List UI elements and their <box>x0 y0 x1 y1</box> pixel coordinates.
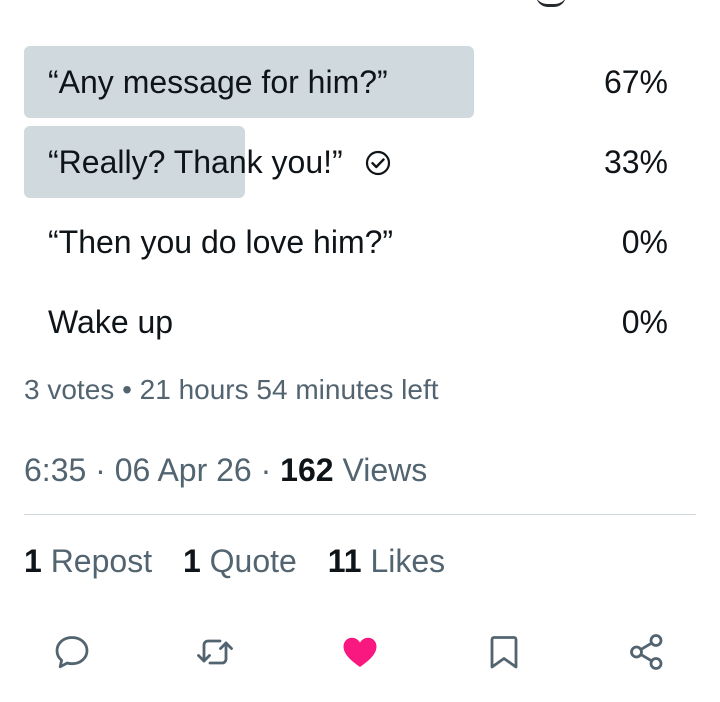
clipped-text-fragment <box>536 0 566 7</box>
poll-option-3: “Then you do love him?” 0% <box>24 206 668 278</box>
reply-button[interactable] <box>48 628 96 676</box>
poll-option-label: “Really? Thank you!” <box>48 144 343 180</box>
post-date[interactable]: 06 Apr 26 <box>115 452 252 488</box>
poll-option-percent: 0% <box>621 224 668 260</box>
like-button[interactable] <box>336 628 384 676</box>
poll-option-label: Wake up <box>48 304 174 340</box>
timestamp-separator: · <box>260 452 272 488</box>
reply-icon <box>55 636 89 669</box>
quote-label: Quote <box>209 543 297 579</box>
likes-label: Likes <box>370 543 446 579</box>
poll-meta: 3 votes • 21 hours 54 minutes left <box>24 372 439 408</box>
poll-option-4: Wake up 0% <box>24 286 668 358</box>
poll-option-label: “Any message for him?” <box>48 64 388 100</box>
post-action-bar <box>0 628 720 676</box>
quote-stat[interactable]: 1 Quote <box>183 542 297 580</box>
likes-stat[interactable]: 11 Likes <box>328 542 445 580</box>
poll-option-percent: 67% <box>603 64 668 100</box>
poll-option-label: “Then you do love him?” <box>48 224 394 260</box>
views-label[interactable]: Views <box>342 452 427 488</box>
share-button[interactable] <box>623 628 671 676</box>
share-icon <box>630 634 663 670</box>
timestamp-separator: · <box>95 452 106 488</box>
views-count[interactable]: 162 <box>280 452 333 488</box>
quote-count: 1 <box>182 543 201 579</box>
repost-count: 1 <box>24 543 42 579</box>
repost-button[interactable] <box>191 628 239 676</box>
engagement-stats: 1 Repost 1 Quote 11 Likes <box>24 542 467 580</box>
repost-icon <box>197 639 233 665</box>
voted-check-icon <box>365 150 390 176</box>
post-time[interactable]: 6:35 <box>24 452 86 488</box>
poll: “Any message for him?” 67% “Really? Than… <box>24 46 668 366</box>
poll-option-percent: 33% <box>603 144 668 180</box>
bookmark-icon <box>490 636 518 669</box>
poll-option-2: “Really? Thank you!” 33% <box>24 126 668 198</box>
poll-vote-count: 3 votes <box>24 374 115 405</box>
meta-separator: • <box>122 374 132 405</box>
repost-stat[interactable]: 1 Repost <box>24 542 152 580</box>
poll-time-left: 21 hours 54 minutes left <box>139 374 439 405</box>
poll-option-label-wrap: “Really? Thank you!” <box>48 144 392 180</box>
bookmark-button[interactable] <box>480 628 528 676</box>
divider <box>24 514 696 515</box>
poll-option-percent: 0% <box>621 304 668 340</box>
post-timestamp-row: 6:35 · 06 Apr 26 · 162 Views <box>24 451 427 489</box>
like-icon <box>343 637 377 667</box>
likes-count: 11 <box>327 543 362 579</box>
poll-option-1: “Any message for him?” 67% <box>24 46 668 118</box>
repost-label: Repost <box>50 543 153 579</box>
